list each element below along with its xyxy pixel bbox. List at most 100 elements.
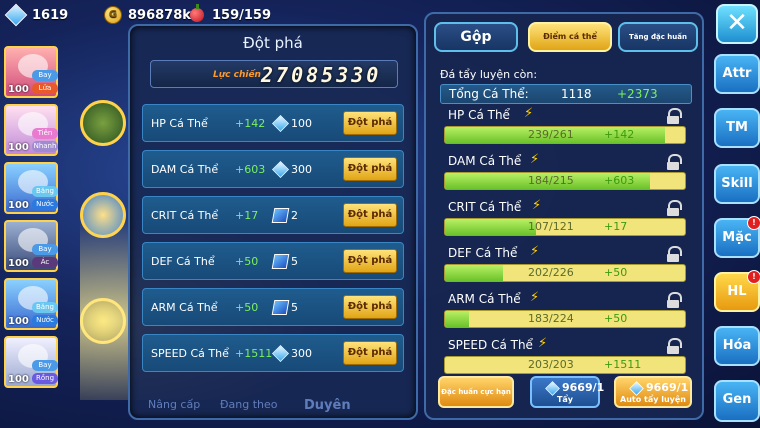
tab-upgrade[interactable]: Nâng cấp [148, 398, 200, 411]
lock-icon[interactable] [667, 246, 682, 262]
breakthrough-row: ARM Cá Thể +50 5 Đột phá [142, 288, 404, 326]
menu-mac[interactable]: Mặc! [714, 216, 760, 258]
stat-name: DAM Cá Thể [448, 154, 522, 168]
tab-special-training[interactable]: Tăng đặc huấn [618, 22, 698, 52]
stat-value: 184/215 [528, 174, 574, 187]
stat-bonus: +603 [235, 163, 266, 176]
gold-counter: G 896878k [104, 5, 191, 25]
stat-name: SPEED Cá Thể [151, 347, 229, 360]
lock-button[interactable] [80, 192, 126, 238]
tab-individual-points[interactable]: Điểm cá thể [528, 22, 612, 52]
stat-name: SPEED Cá Thể [448, 338, 533, 352]
gold-value: 896878k [128, 7, 191, 23]
stat-name: CRIT Cá Thể [151, 209, 219, 222]
stat-name: ARM Cá Thể [151, 301, 218, 314]
breakthrough-button[interactable]: Đột phá [343, 157, 397, 181]
type-tag: Rồng [32, 373, 58, 384]
diamond-icon [272, 115, 289, 132]
stat-bonus: +17 [235, 209, 259, 222]
breakthrough-button[interactable]: Đột phá [343, 111, 397, 135]
power-label: Lực chiến [213, 70, 261, 80]
lock-icon[interactable] [667, 200, 682, 216]
breakthrough-button[interactable]: Đột phá [343, 249, 397, 273]
pet-level: 100 [8, 200, 29, 211]
pet-slot[interactable]: Băng Nước 100 [4, 162, 58, 214]
wash-button[interactable]: 9669/1 Tẩy [530, 376, 604, 408]
type-tag: Lửa [32, 83, 58, 94]
breakthrough-button[interactable]: Đột phá [343, 341, 397, 365]
pet-slot[interactable]: Bay Rồng 100 [4, 336, 58, 388]
stat-bonus: +50 [235, 301, 259, 314]
total-bonus: +2373 [617, 87, 658, 101]
lightning-icon: ⚡ [530, 244, 540, 259]
stat-bonus: +1511 [604, 358, 642, 371]
item-button[interactable] [80, 100, 126, 146]
pet-level: 100 [8, 316, 29, 327]
wash-count: 9669/1 [562, 381, 605, 394]
lightning-icon: ⚡ [532, 198, 542, 213]
menu-label: TM [726, 120, 748, 135]
apple-icon [190, 4, 204, 22]
breakthrough-button[interactable]: Đột phá [343, 295, 397, 319]
type-tag: Băng [32, 186, 58, 197]
lock-icon[interactable] [667, 154, 682, 170]
gem-value: 1619 [32, 7, 69, 23]
menu-gen[interactable]: Gen [714, 380, 760, 422]
breakthrough-row: DEF Cá Thể +50 5 Đột phá [142, 242, 404, 280]
pet-slot[interactable]: Bay Ác 100 [4, 220, 58, 272]
type-tag: Băng [32, 302, 58, 313]
tab-affinity[interactable]: Duyên [304, 398, 351, 413]
extreme-training-button[interactable]: Đặc huấn cực hạn [438, 376, 514, 408]
type-tag: Bay [32, 244, 58, 255]
stat-row: HP Cá Thể ⚡ 239/261 +142 [440, 106, 692, 152]
power-value: 27085330 [261, 63, 382, 87]
pet-slot[interactable]: Bay Lửa 100 [4, 46, 58, 98]
stone-icon [545, 381, 560, 396]
lock-icon[interactable] [667, 108, 682, 124]
close-button[interactable]: ✕ [716, 4, 758, 44]
menu-hl[interactable]: HL! [714, 270, 760, 312]
menu-hoa[interactable]: Hóa [714, 326, 760, 366]
type-tag: Bay [32, 360, 58, 371]
gem-counter: 1619 [4, 3, 69, 27]
stat-bonus: +142 [235, 117, 266, 130]
lock-icon[interactable] [667, 338, 682, 354]
pet-slot[interactable]: Tiên Nhanh 100 [4, 104, 58, 156]
stamina-counter: 159/159 [190, 4, 272, 25]
stamina-value: 159/159 [212, 7, 272, 23]
stat-bar-fill [445, 219, 537, 235]
type-tag: Nước [32, 199, 58, 210]
gold-coin-icon: G [104, 6, 122, 24]
lock-icon[interactable] [667, 292, 682, 308]
remaining-stones-label: Đá tẩy luyện còn: [440, 68, 538, 81]
gear-item-button[interactable] [80, 298, 126, 344]
menu-attr[interactable]: Attr [714, 54, 760, 94]
pet-level: 100 [8, 374, 29, 385]
stat-value: 203/203 [528, 358, 574, 371]
cost-value: 5 [291, 301, 298, 314]
menu-label: HL [727, 284, 747, 299]
stat-name: DAM Cá Thể [151, 163, 219, 176]
auto-wash-button[interactable]: 9669/1 Auto tẩy luyện [614, 376, 692, 408]
diamond-icon [4, 3, 28, 27]
type-tag: Nước [32, 315, 58, 326]
stat-name: CRIT Cá Thể [448, 200, 522, 214]
breakthrough-button[interactable]: Đột phá [343, 203, 397, 227]
pet-level: 100 [8, 142, 29, 153]
menu-tm[interactable]: TM [714, 108, 760, 148]
wash-label: Tẩy [556, 395, 574, 404]
pet-slot[interactable]: Băng Nước 100 [4, 278, 58, 330]
stat-bonus: +603 [604, 174, 635, 187]
stat-name: ARM Cá Thể [448, 292, 521, 306]
type-tag: Tiên [32, 128, 58, 139]
cost-value: 100 [291, 117, 312, 130]
menu-skill[interactable]: Skill [714, 164, 760, 204]
stat-value: 239/261 [528, 128, 574, 141]
tab-merge[interactable]: Gộp [434, 22, 518, 52]
type-tag: Ác [32, 257, 58, 268]
tab-following[interactable]: Đang theo [220, 398, 278, 411]
stat-bonus: +1511 [235, 347, 273, 360]
cost-value: 300 [291, 163, 312, 176]
power-display: Lực chiến 27085330 [150, 60, 398, 88]
breakthrough-row: SPEED Cá Thể +1511 300 Đột phá [142, 334, 404, 372]
